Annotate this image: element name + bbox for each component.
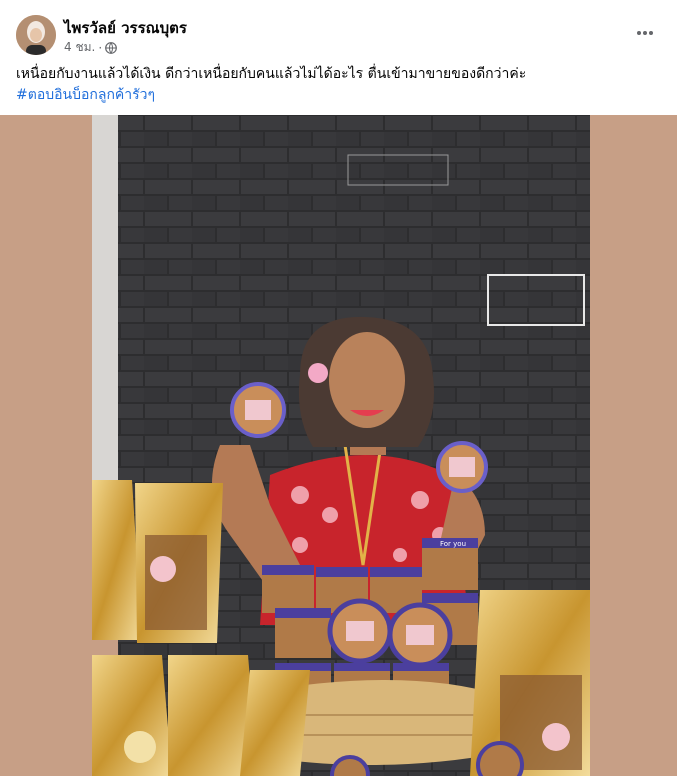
post-header: ไพรวัลย์ วรรณบุตร 4 ชม. · [0, 0, 677, 60]
globe-icon[interactable] [105, 41, 118, 54]
more-options-button[interactable] [627, 18, 663, 48]
jar-label: For you [440, 540, 466, 548]
post-body: เหนื่อยกับงานแล้วได้เงิน ดีกว่าเหนื่อยกั… [16, 64, 661, 106]
post-text: เหนื่อยกับงานแล้วได้เงิน ดีกว่าเหนื่อยกั… [16, 66, 527, 82]
held-jar-left [230, 382, 286, 438]
author-avatar[interactable] [16, 15, 56, 55]
more-horizontal-icon [637, 31, 653, 35]
post-meta: 4 ชม. · [64, 38, 118, 57]
author-name[interactable]: ไพรวัลย์ วรรณบุตร [64, 16, 187, 40]
backdrop-right [590, 115, 677, 776]
photo-illustration: For you [0, 115, 677, 776]
hashtag-link[interactable]: #ตอบอินบ็อกลูกค้ารัวๆ [16, 85, 661, 106]
post-photo[interactable]: For you [0, 115, 677, 776]
facebook-post: ไพรวัลย์ วรรณบุตร 4 ชม. · เหนื่อยกับงานแ… [0, 0, 677, 776]
held-jar-right [436, 441, 488, 493]
backdrop-left [0, 115, 92, 776]
meta-separator: · [98, 40, 103, 55]
post-time[interactable]: 4 ชม. [64, 38, 95, 57]
